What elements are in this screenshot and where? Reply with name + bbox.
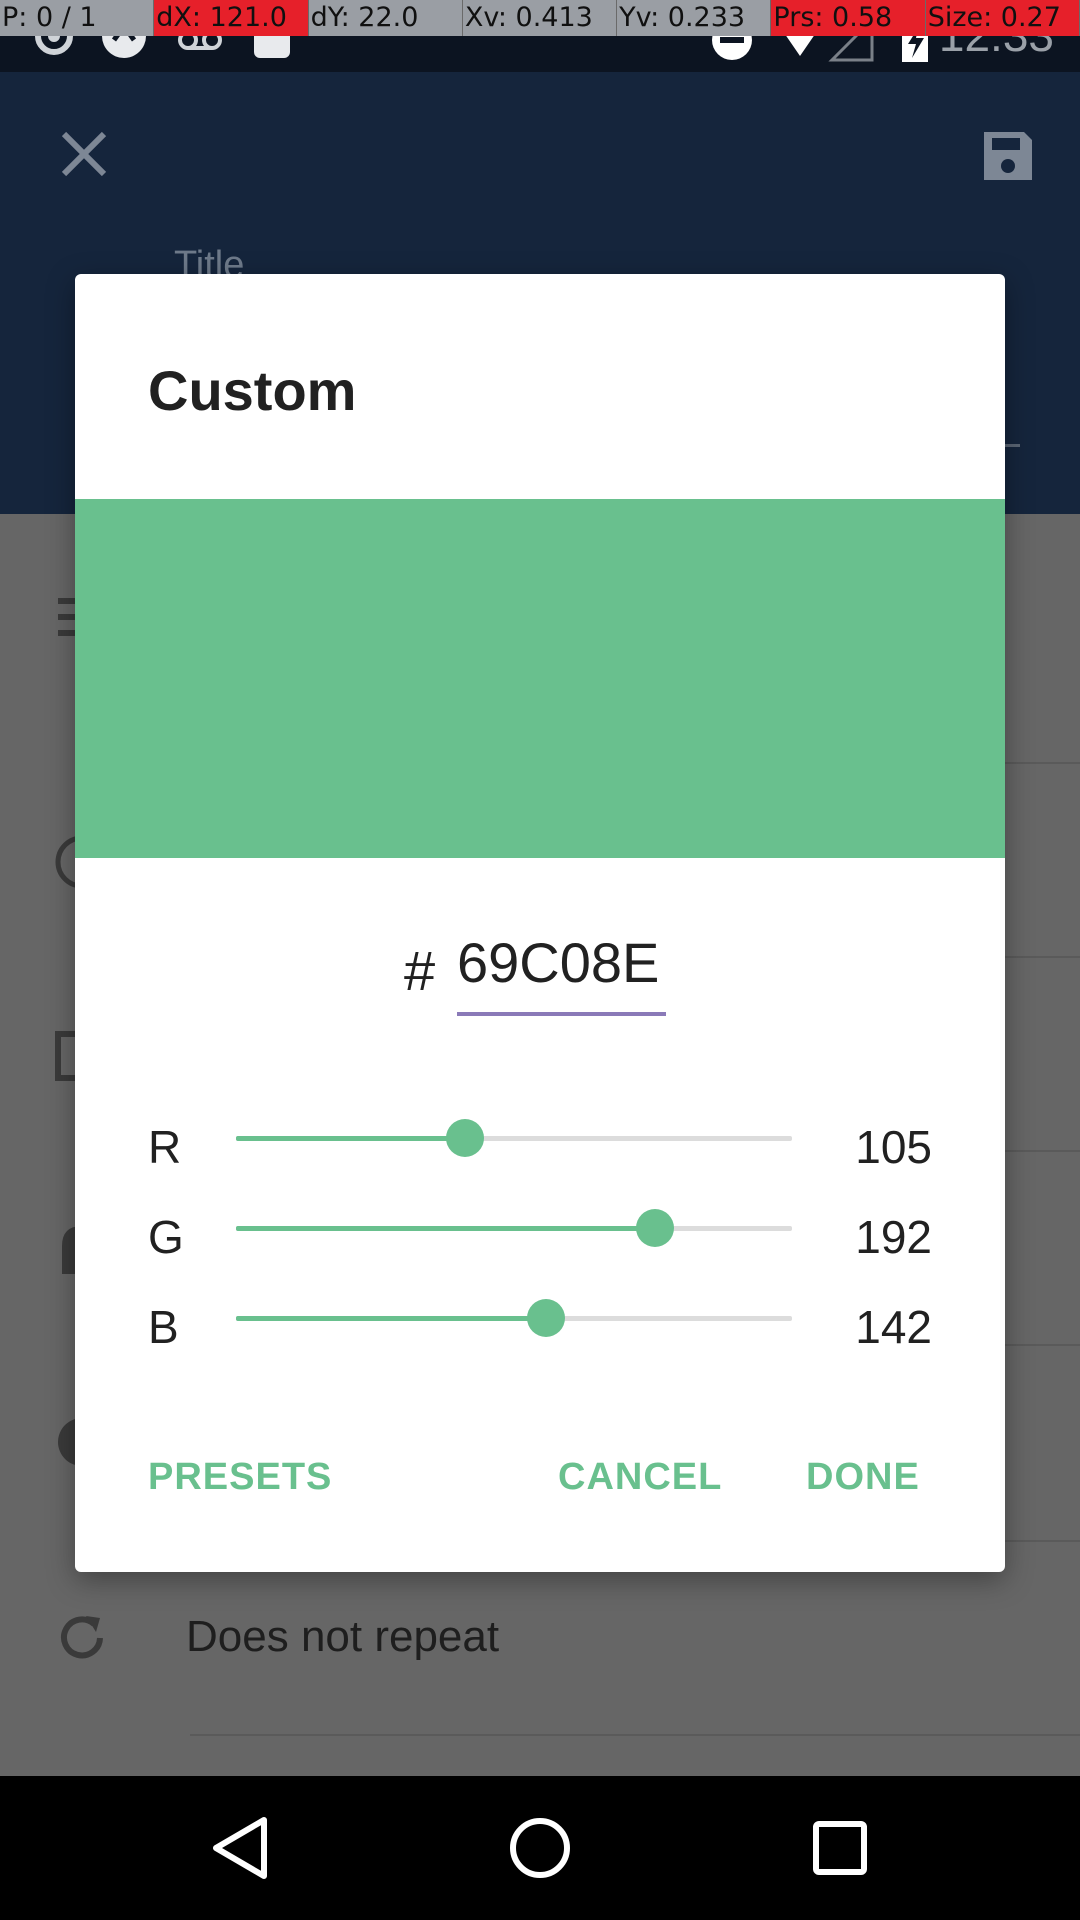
red-slider-fill [236, 1136, 466, 1141]
recents-icon[interactable] [804, 1812, 876, 1884]
debug-size: Size: 0.27 [925, 0, 1080, 36]
repeat-icon [61, 1616, 103, 1659]
debug-pointer: P: 0 / 1 [0, 0, 155, 36]
back-icon[interactable] [206, 1812, 278, 1884]
dialog-title: Custom [148, 359, 357, 422]
debug-yv: Yv: 0.233 [617, 0, 772, 36]
hex-input[interactable] [457, 930, 667, 994]
green-slider[interactable] [236, 1209, 792, 1247]
navigation-bar [0, 1776, 1080, 1920]
green-slider-fill [236, 1226, 655, 1231]
red-label: R [148, 1121, 182, 1173]
blue-slider-thumb[interactable] [526, 1299, 565, 1337]
custom-color-dialog: Custom # R 105 G 192 B 142 PRESETS CANCE… [75, 274, 1005, 1572]
pointer-debug-overlay: P: 0 / 1 dX: 121.0 dY: 22.0 Xv: 0.413 Yv… [0, 0, 1080, 36]
color-preview [75, 499, 1005, 858]
blue-value: 142 [855, 1301, 932, 1353]
debug-dx: dX: 121.0 [154, 0, 309, 36]
blue-slider[interactable] [236, 1299, 792, 1337]
debug-xv: Xv: 0.413 [463, 0, 618, 36]
done-button[interactable]: DONE [806, 1456, 920, 1499]
red-slider-thumb[interactable] [446, 1119, 485, 1157]
hex-underline [457, 1012, 666, 1016]
debug-dy: dY: 22.0 [309, 0, 463, 36]
repeat-value[interactable]: Does not repeat [186, 1612, 499, 1662]
save-icon[interactable] [980, 128, 1036, 184]
green-label: G [148, 1211, 184, 1263]
green-slider-thumb[interactable] [635, 1209, 674, 1247]
close-icon[interactable] [56, 126, 112, 182]
blue-label: B [148, 1301, 179, 1353]
red-value: 105 [855, 1121, 932, 1173]
debug-pressure: Prs: 0.58 [771, 0, 926, 36]
cancel-button[interactable]: CANCEL [558, 1456, 722, 1499]
green-value: 192 [855, 1211, 932, 1263]
red-slider[interactable] [236, 1119, 792, 1157]
hex-prefix: # [404, 939, 436, 1002]
blue-slider-fill [236, 1316, 546, 1321]
row-divider [190, 1734, 1080, 1736]
presets-button[interactable]: PRESETS [148, 1456, 332, 1499]
home-icon[interactable] [504, 1812, 576, 1884]
